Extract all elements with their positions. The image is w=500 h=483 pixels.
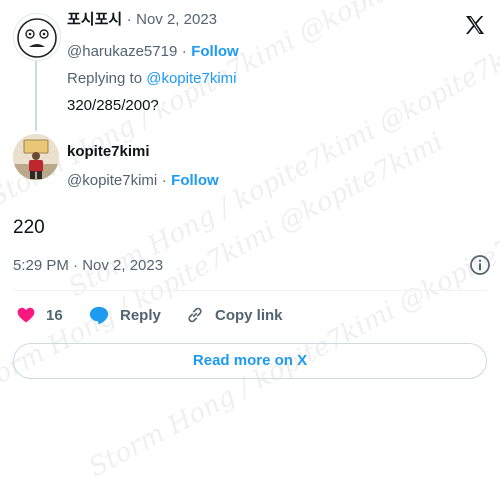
face-sketch-icon (17, 18, 57, 58)
reply-timestamp[interactable]: 5:29 PM · Nov 2, 2023 (13, 257, 163, 274)
parent-date[interactable]: Nov 2, 2023 (136, 11, 217, 28)
replying-to-handle[interactable]: @kopite7kimi (146, 70, 236, 87)
parent-avatar[interactable] (13, 13, 61, 61)
replying-prefix: Replying to (67, 70, 143, 87)
reply-handle[interactable]: @kopite7kimi (67, 172, 157, 189)
separator-dot: · (161, 172, 167, 189)
parent-follow-link[interactable]: Follow (191, 43, 239, 60)
parent-tweet-text: 320/285/200? (67, 97, 159, 114)
parent-header-row: 포시포시 · Nov 2, 2023 (67, 8, 217, 29)
parent-handle[interactable]: @harukaze5719 (67, 43, 177, 60)
parent-display-name[interactable]: 포시포시 (67, 11, 122, 28)
reply-handle-row: @kopite7kimi · Follow (67, 172, 219, 190)
reply-tweet-text: 220 (13, 217, 45, 238)
like-button[interactable]: 16 (16, 305, 63, 325)
thread-connector (35, 61, 37, 131)
read-more-button[interactable]: Read more on X (13, 343, 487, 379)
reply-display-name[interactable]: kopite7kimi (67, 143, 150, 160)
replying-to-line: Replying to @kopite7kimi (67, 70, 236, 87)
info-icon[interactable] (469, 254, 491, 276)
like-count: 16 (46, 306, 63, 324)
person-holding-sign-icon (13, 134, 59, 180)
speech-bubble-icon (89, 306, 109, 325)
divider (13, 290, 487, 291)
separator-dot: · (181, 43, 187, 60)
x-logo-icon[interactable] (463, 13, 487, 37)
link-icon (188, 307, 202, 323)
reply-avatar[interactable] (13, 134, 59, 180)
parent-handle-row: @harukaze5719 · Follow (67, 43, 239, 61)
copy-link-label: Copy link (215, 306, 283, 324)
separator-dot: · (126, 11, 132, 28)
reply-button[interactable]: Reply (88, 305, 161, 325)
reply-follow-link[interactable]: Follow (171, 172, 219, 189)
copy-link-button[interactable]: Copy link (185, 305, 283, 325)
heart-icon (17, 307, 35, 323)
reply-label: Reply (120, 306, 161, 324)
